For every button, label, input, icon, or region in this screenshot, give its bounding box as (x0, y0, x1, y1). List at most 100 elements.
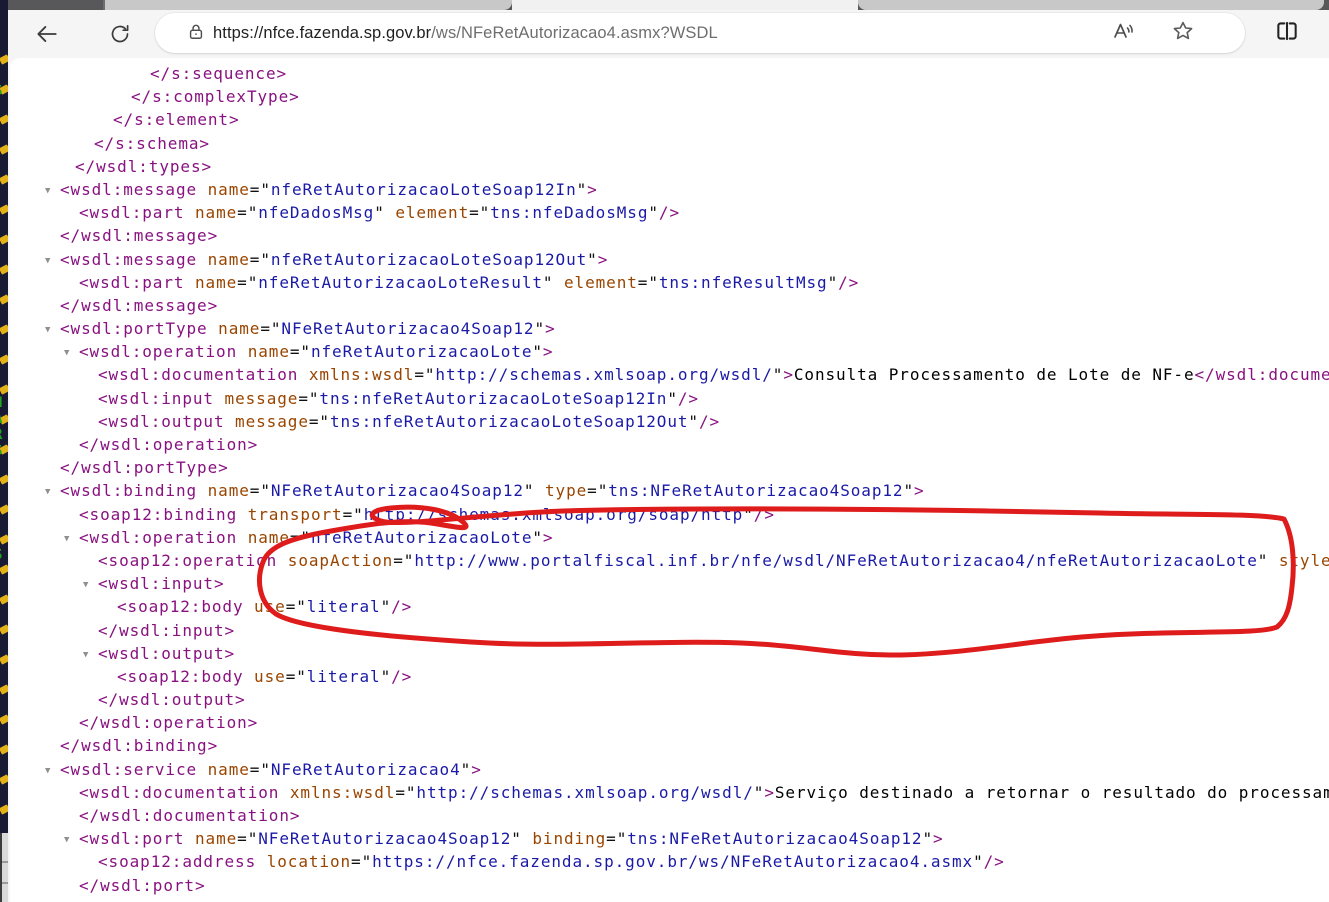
xml-token: " (827, 272, 839, 292)
collapse-arrow-icon[interactable]: ▼ (45, 180, 60, 203)
collapse-arrow-icon[interactable]: ▼ (64, 342, 79, 365)
xml-line: </s:sequence> (10, 62, 1329, 85)
xml-token: message (224, 411, 309, 431)
xml-token: " (587, 249, 598, 269)
xml-line: </wsdl:types> (10, 155, 1329, 178)
page-content: </s:sequence> </s:complexType> </s:element… (10, 58, 1329, 902)
xml-token: location (256, 852, 352, 872)
xml-token: use (243, 597, 286, 617)
xml-token: > (933, 829, 944, 849)
xml-token: http://schemas.xmlsoap.org/wsdl/ (416, 782, 754, 802)
xml-token: =" (249, 179, 271, 199)
xml-token: <soap12:address (98, 852, 257, 872)
xml-token: =" (249, 249, 271, 269)
collapse-arrow-icon[interactable]: ▼ (45, 481, 60, 504)
xml-token: =" (587, 481, 609, 501)
xml-token: <wsdl:port (79, 829, 185, 849)
collapse-arrow-icon[interactable]: ▼ (64, 829, 79, 852)
xml-token: =" (285, 597, 307, 617)
xml-token: " (903, 481, 915, 501)
strip-letter-fragment: R (0, 428, 2, 442)
xml-token: nfeRetAutorizacaoLote (310, 527, 533, 547)
xml-token: =" (249, 759, 271, 779)
xml-token: > (545, 319, 556, 339)
xml-token: </wsdl:message> (60, 226, 219, 246)
xml-token: tns:NFeRetAutorizacao4Soap12 (608, 481, 904, 501)
xml-token: <wsdl:message (60, 249, 198, 269)
browser-window: https://nfce.fazenda.sp.gov.br/ws/NFeRet… (0, 0, 1329, 902)
favorites-button[interactable] (1169, 20, 1197, 46)
xml-token: /> (753, 504, 775, 524)
xml-token: =" (637, 272, 659, 292)
xml-token: <wsdl:documentation (98, 365, 299, 385)
xml-token: /> (983, 852, 1005, 872)
xml-token: /> (391, 666, 413, 686)
strip-letter-fragment: N (0, 396, 2, 410)
strip-letter-fragment: A (0, 412, 2, 426)
refresh-button[interactable] (98, 21, 142, 47)
address-bar[interactable]: https://nfce.fazenda.sp.gov.br/ws/NFeRet… (155, 13, 1245, 53)
background-window-bottom (0, 833, 8, 902)
xml-token: " (743, 504, 754, 524)
xml-token: element (384, 203, 470, 223)
xml-token: =" (298, 388, 320, 408)
lock-icon (186, 22, 206, 47)
xml-token: xmlns:wsdl (298, 365, 415, 385)
xml-token: > (542, 527, 554, 547)
xml-token: Consulta Processamento de Lote de NF-e (793, 365, 1195, 385)
collapse-arrow-icon[interactable]: ▼ (45, 319, 60, 342)
url-scheme-host: https://nfce.fazenda.sp.gov.br (213, 24, 432, 42)
xml-line: </wsdl:message> (10, 224, 1329, 247)
back-button[interactable] (25, 21, 69, 47)
xml-token: <soap12:binding (79, 504, 238, 524)
xml-token: " (688, 411, 699, 431)
collapse-arrow-icon[interactable]: ▼ (45, 760, 60, 783)
url-text[interactable]: https://nfce.fazenda.sp.gov.br/ws/NFeRet… (213, 13, 718, 53)
xml-token: =" (260, 319, 282, 339)
split-screen-icon (1274, 18, 1300, 49)
strip-dash (0, 684, 8, 695)
tab-strip (0, 0, 1329, 10)
xml-token: " (532, 342, 543, 362)
strip-dash (0, 174, 8, 185)
xml-line: </s:schema> (10, 132, 1329, 155)
xml-token: > (587, 179, 598, 199)
split-screen-button[interactable] (1269, 18, 1305, 48)
xml-tree-viewer: </s:sequence> </s:complexType> </s:element… (10, 62, 1329, 902)
xml-token: literal (306, 597, 381, 617)
xml-token: nfeRetAutorizacaoLoteSoap12In (270, 179, 577, 199)
read-aloud-button[interactable] (1109, 20, 1137, 46)
collapse-arrow-icon[interactable]: ▼ (64, 528, 79, 551)
xml-line: ▼ <wsdl:service name="NFeRetAutorizacao4"… (10, 758, 1329, 781)
xml-token: NFeRetAutorizacao4 (270, 759, 461, 779)
xml-token: " (374, 203, 385, 223)
xml-token: /> (677, 388, 699, 408)
site-info-button[interactable] (183, 21, 209, 47)
strip-dash (0, 714, 8, 725)
xml-token: <wsdl:service (60, 759, 198, 779)
xml-line: </wsdl:message> (10, 294, 1329, 317)
xml-token: <soap12:operation (98, 550, 278, 570)
collapse-arrow-icon[interactable]: ▼ (45, 250, 60, 273)
url-path: /ws/NFeRetAutorizacao4.asmx?WSDL (431, 24, 718, 42)
xml-token: <wsdl:operation (79, 342, 238, 362)
xml-token: > (914, 481, 925, 501)
strip-dash (0, 204, 8, 215)
xml-token: =" (237, 272, 259, 292)
xml-line: <soap12:operation soapAction="http://www… (10, 549, 1329, 572)
xml-token: <wsdl:message (60, 179, 198, 199)
xml-token: " (534, 319, 545, 339)
collapse-arrow-icon[interactable]: ▼ (83, 644, 98, 667)
xml-token: </wsdl:types> (75, 156, 213, 176)
xml-token: =" (395, 782, 417, 802)
collapse-arrow-icon[interactable]: ▼ (83, 574, 98, 597)
xml-token: =" (237, 203, 259, 223)
xml-token: https://nfce.fazenda.sp.gov.br/ws/NFeRet… (372, 852, 974, 872)
xml-token: " (772, 365, 784, 385)
strip-dash (0, 354, 8, 365)
xml-token: name (237, 342, 290, 362)
xml-token: > (471, 759, 482, 779)
xml-token: </wsdl:operation> (79, 435, 259, 454)
xml-line: </wsdl:input> (10, 619, 1329, 642)
xml-line: </wsdl:service> (10, 897, 1329, 902)
